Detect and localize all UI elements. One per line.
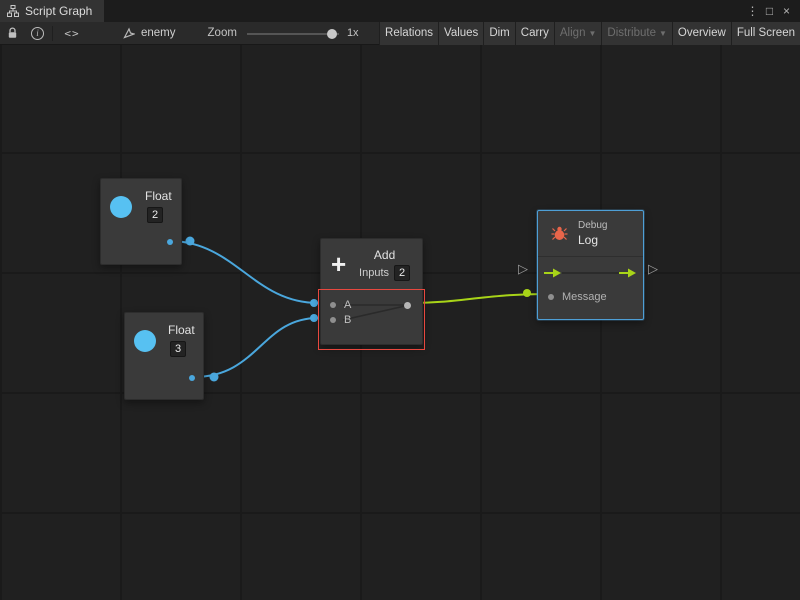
button-values[interactable]: Values (438, 22, 483, 45)
toolbar-separator (52, 26, 53, 41)
input-port-a[interactable] (330, 302, 336, 308)
info-button[interactable]: i (25, 22, 50, 45)
flow-ports-row (538, 259, 643, 287)
port-row-b: B (321, 312, 422, 327)
button-label: Overview (678, 27, 726, 39)
button-align[interactable]: Align▼ (554, 22, 602, 45)
graph-toolbar: i <> enemy Zoom 1x Relations Values Dim … (0, 22, 800, 45)
zoom-value: 1x (347, 27, 359, 39)
code-view-button[interactable]: <> (55, 22, 89, 45)
node-title: Add (374, 248, 395, 262)
port-a-label: A (344, 299, 351, 311)
titlebar: Script Graph ⋮ □ × (0, 0, 800, 22)
node-float-2[interactable]: Float 3 (124, 312, 204, 400)
node-debug-log[interactable]: Debug Log Message (537, 210, 644, 320)
button-label: Values (444, 27, 478, 39)
node-category: Debug (578, 220, 607, 231)
button-overview[interactable]: Overview (672, 22, 731, 45)
button-label: Relations (385, 27, 433, 39)
chevron-down-icon: ▼ (659, 29, 667, 38)
button-dim[interactable]: Dim (483, 22, 514, 45)
debug-node-header: Debug Log (538, 211, 643, 257)
info-icon: i (31, 27, 44, 40)
close-icon[interactable]: × (778, 0, 795, 22)
float-value-icon (134, 330, 156, 352)
input-port-b[interactable] (330, 317, 336, 323)
graph-breadcrumb[interactable]: enemy (123, 27, 176, 39)
node-title: Float (145, 189, 172, 203)
zoom-label: Zoom (208, 27, 237, 39)
script-graph-window: Script Graph ⋮ □ × i <> enemy Zoom (0, 0, 800, 600)
add-ports-section: A B (321, 289, 422, 346)
graph-canvas[interactable]: Float 2 Float 3 + Add Inputs 2 (0, 45, 800, 600)
flow-input-port[interactable] (544, 268, 562, 278)
port-row-a: A (321, 297, 422, 312)
float-value-field[interactable]: 2 (147, 207, 163, 223)
graph-pointer-icon (123, 27, 135, 39)
flow-relation-line (562, 272, 619, 274)
button-label: Align (560, 27, 586, 39)
port-b-label: B (344, 314, 351, 326)
float-value-icon (110, 196, 132, 218)
bug-icon (551, 226, 568, 241)
flow-output-port[interactable] (619, 268, 637, 278)
tab-script-graph[interactable]: Script Graph (0, 0, 104, 22)
tab-label: Script Graph (25, 4, 92, 18)
zoom-track (247, 33, 339, 35)
button-carry[interactable]: Carry (515, 22, 554, 45)
inputs-count-field[interactable]: 2 (394, 265, 410, 281)
node-float-1[interactable]: Float 2 (100, 178, 182, 265)
message-label: Message (562, 291, 607, 303)
flow-arrow-left[interactable]: ▷ (518, 262, 528, 276)
zoom-slider[interactable] (247, 22, 339, 45)
lock-icon (7, 27, 18, 39)
zoom-knob[interactable] (327, 29, 337, 39)
float-output-port[interactable] (189, 375, 195, 381)
inputs-label: Inputs (359, 267, 389, 279)
button-label: Carry (521, 27, 549, 39)
message-input-port[interactable] (548, 294, 554, 300)
flow-arrow-right[interactable]: ▷ (648, 262, 658, 276)
add-node-header: + Add Inputs 2 (321, 239, 422, 289)
graph-name: enemy (141, 27, 176, 39)
lock-button[interactable] (0, 22, 25, 45)
button-label: Distribute (607, 27, 656, 39)
button-label: Full Screen (737, 27, 795, 39)
window-controls: ⋮ □ × (744, 0, 800, 22)
button-full-screen[interactable]: Full Screen (731, 22, 800, 45)
graph-icon (7, 5, 19, 17)
menu-icon[interactable]: ⋮ (744, 0, 761, 22)
node-title: Log (578, 233, 607, 247)
button-distribute[interactable]: Distribute▼ (601, 22, 672, 45)
button-label: Dim (489, 27, 509, 39)
node-add[interactable]: + Add Inputs 2 A (320, 238, 423, 345)
button-relations[interactable]: Relations (379, 22, 438, 45)
add-icon: + (331, 252, 346, 276)
node-title: Float (168, 323, 195, 337)
chevron-down-icon: ▼ (588, 29, 596, 38)
float-value-field[interactable]: 3 (170, 341, 186, 357)
maximize-icon[interactable]: □ (761, 0, 778, 22)
code-icon: <> (64, 27, 79, 40)
message-port-row: Message (538, 291, 643, 303)
float-output-port[interactable] (167, 239, 173, 245)
